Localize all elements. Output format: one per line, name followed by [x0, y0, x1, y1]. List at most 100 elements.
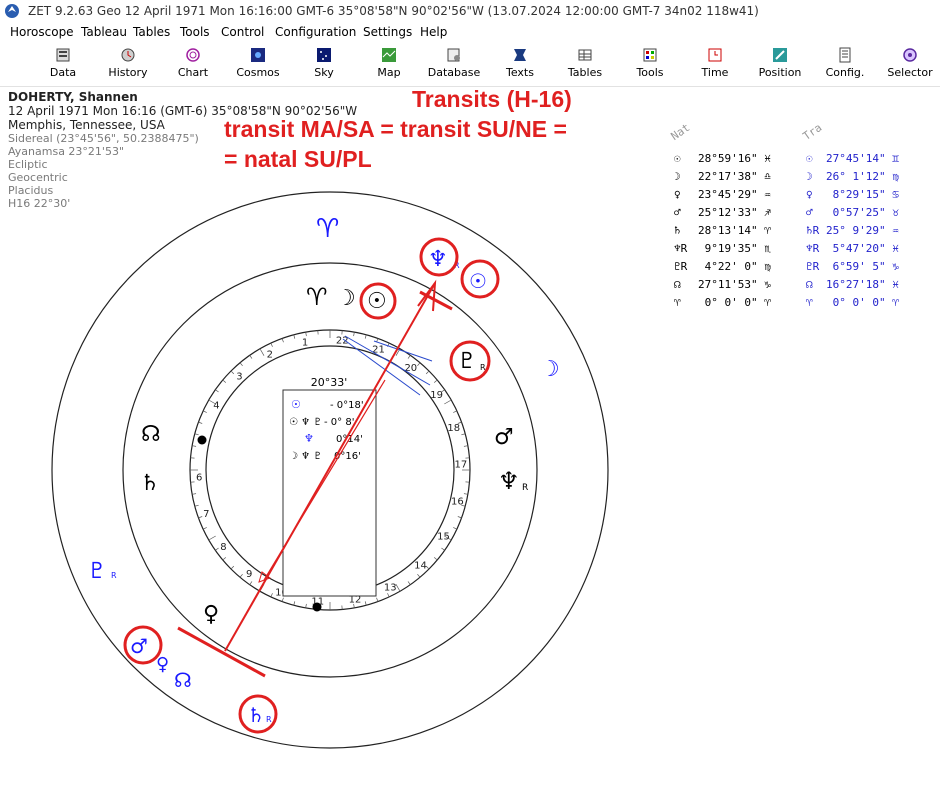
degree-tick: [376, 338, 379, 343]
house-number: 13: [384, 582, 397, 593]
toolbar-sky-label: Sky: [314, 66, 334, 79]
toolbar-time-button[interactable]: Time: [680, 44, 750, 86]
natal-position: 25°12'33" ♐: [698, 206, 771, 219]
selector-icon: [903, 48, 917, 62]
toolbar-chart-button[interactable]: Chart: [158, 44, 228, 86]
midpoint-sym-2: ♆: [304, 432, 314, 445]
toolbar-tools-button[interactable]: Tools: [615, 44, 685, 86]
transit-neptune-retro: R: [454, 261, 460, 270]
house-number: 22: [336, 336, 349, 347]
toolbar-database-label: Database: [427, 66, 481, 79]
transit-symbol: ♂: [806, 206, 813, 219]
config-icon: [839, 47, 851, 63]
degree-tick: [208, 535, 216, 541]
toolbar-config-button[interactable]: Config.: [810, 44, 880, 86]
degree-tick: [281, 338, 284, 343]
outer-ring-circle: [51, 191, 609, 749]
natal-symbol: ☊: [674, 278, 681, 291]
toolbar-data-label: Data: [49, 66, 77, 79]
title-bar: ZET 9.2.63 Geo 12 April 1971 Mon 16:16:0…: [0, 0, 940, 22]
natal-symbol: ♆R: [674, 242, 688, 255]
texts-icon: [514, 49, 526, 61]
natal-position: 23°45'29" ♒: [698, 188, 771, 201]
table-row: ♄ 28°13'14" ♈ ♄R 25° 9'29" ♒: [672, 224, 922, 242]
house-number: 7: [203, 509, 209, 520]
degree-tick: [433, 557, 438, 561]
toolbar-data-button[interactable]: Data: [28, 44, 98, 86]
transit-position: 5°47'20" ♓: [826, 242, 899, 255]
toolbar-map-button[interactable]: Map: [354, 44, 424, 86]
toolbar-history-button[interactable]: History: [93, 44, 163, 86]
window-title: ZET 9.2.63 Geo 12 April 1971 Mon 16:16:0…: [28, 4, 759, 18]
degree-tick: [457, 421, 462, 424]
transit-venus-glyph: ♀: [156, 654, 169, 675]
degree-tick: [215, 389, 219, 393]
degree-tick: [407, 581, 411, 585]
database-icon: [447, 48, 460, 62]
toolbar-position-button[interactable]: Position: [745, 44, 815, 86]
toolbar-texts-label: Texts: [506, 66, 534, 79]
degree-tick: [222, 379, 227, 383]
house-number: 19: [430, 390, 443, 401]
house-ticks: [190, 330, 470, 610]
natal-symbol: ♇R: [674, 260, 688, 273]
middle-ring-circle: [122, 262, 538, 678]
transit-aries-glyph: ♈: [316, 214, 339, 244]
degree-tick: [239, 362, 243, 367]
house-number: 21: [372, 344, 385, 355]
degree-tick: [249, 581, 253, 585]
toolbar-chart-label: Chart: [177, 66, 209, 79]
toolbar-cosmos-button[interactable]: Cosmos: [223, 44, 293, 86]
transit-saturn-marker-bar: [177, 626, 266, 678]
house-number: 14: [414, 561, 427, 572]
inner-ring-circle: [205, 345, 455, 595]
toolbar-config-label: Config.: [825, 66, 865, 79]
toolbar-database-button[interactable]: Database: [419, 44, 489, 86]
toolbar-texts-button[interactable]: Texts: [485, 44, 555, 86]
toolbar-history-label: History: [108, 66, 148, 79]
menu-bar: Horoscope Tableau Tables Tools Control C…: [0, 22, 940, 42]
midpoint-sym-3: ☽ ♆ ♇: [289, 451, 322, 462]
menu-tableau[interactable]: Tableau: [79, 22, 129, 42]
highlight-transit-saturn: [238, 694, 278, 734]
degree-tick: [463, 493, 468, 495]
highlight-transit-neptune: [419, 237, 459, 277]
house-number: 8: [220, 542, 226, 553]
toolbar-tables-label: Tables: [567, 66, 603, 79]
toolbar-cosmos-label: Cosmos: [236, 66, 280, 79]
menu-settings[interactable]: Settings: [361, 22, 414, 42]
degree-tick: [215, 547, 219, 551]
toolbar-selector-button[interactable]: Selector: [875, 44, 940, 86]
aspect-line-3: [373, 340, 433, 362]
time-icon: [708, 48, 722, 62]
natal-moon-glyph: ☽: [336, 286, 356, 311]
natal-symbol: ♂: [674, 206, 681, 219]
house-number: 20: [404, 363, 417, 374]
house-number: 11: [311, 596, 324, 607]
menu-horoscope[interactable]: Horoscope: [8, 22, 76, 42]
transit-position: 6°59' 5" ♑: [826, 260, 899, 273]
transit-saturn-glyph: ♄: [247, 703, 265, 727]
menu-configuration[interactable]: Configuration: [273, 22, 358, 42]
natal-position: 27°11'53" ♑: [698, 278, 771, 291]
degree-tick: [222, 557, 227, 561]
toolbar-sky-button[interactable]: Sky: [289, 44, 359, 86]
degree-tick: [387, 593, 390, 598]
highlight-natal-sun: [359, 282, 397, 320]
setting-harmonic: H16 22°30': [8, 197, 71, 210]
menu-control[interactable]: Control: [219, 22, 266, 42]
toolbar-tables-button[interactable]: Tables: [550, 44, 620, 86]
natal-symbol: ☽: [674, 170, 681, 183]
degree-tick: [395, 584, 401, 592]
menu-tables[interactable]: Tables: [131, 22, 172, 42]
data-icon: [56, 48, 70, 62]
table-row: ☽ 22°17'38" ♎ ☽ 26° 1'12" ♍: [672, 170, 922, 188]
house-number: 4: [213, 401, 219, 412]
degree-tick: [293, 601, 296, 606]
menu-help[interactable]: Help: [418, 22, 449, 42]
transit-position: 0° 0' 0" ♈: [826, 296, 899, 309]
natal-position: 28°59'16" ♓: [698, 152, 771, 165]
natal-position: 28°13'14" ♈: [698, 224, 771, 237]
menu-tools[interactable]: Tools: [178, 22, 212, 42]
transit-position: 8°29'15" ♋: [826, 188, 899, 201]
